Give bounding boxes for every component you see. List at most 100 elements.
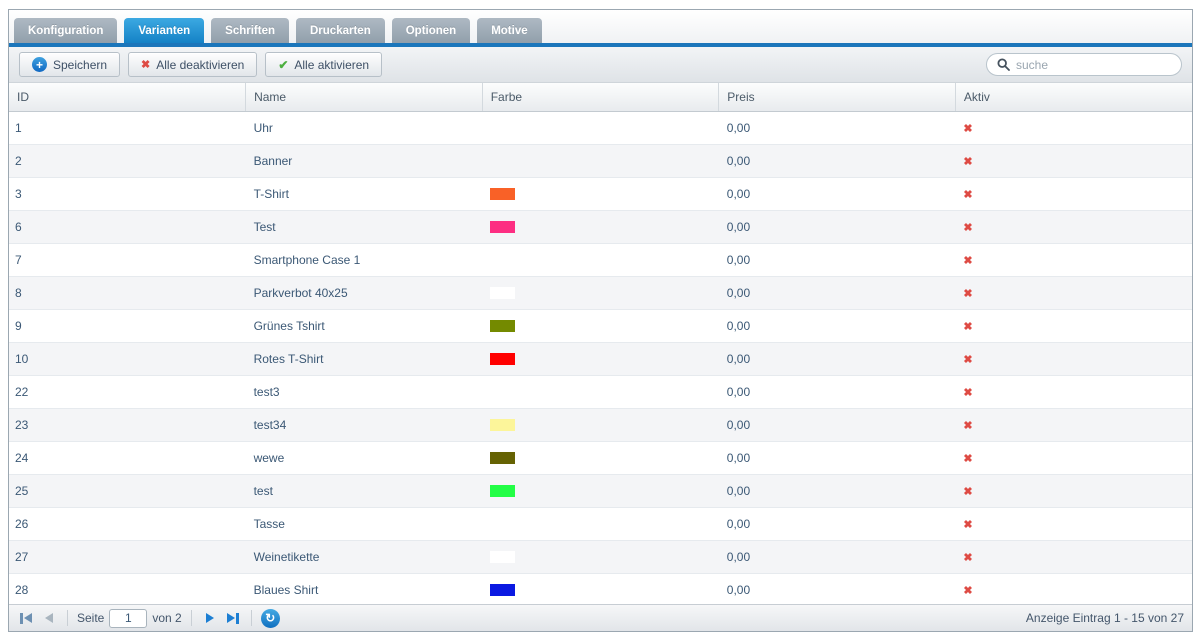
variants-table: IDNameFarbePreisAktiv 1Uhr0,00✖2Banner0,… xyxy=(9,83,1192,607)
column-header-name[interactable]: Name xyxy=(246,83,483,111)
grid-body: 1Uhr0,00✖2Banner0,00✖3T-Shirt0,00✖6Test0… xyxy=(9,111,1192,606)
table-row[interactable]: 22test30,00✖ xyxy=(9,375,1192,408)
table-row[interactable]: 10Rotes T-Shirt0,00✖ xyxy=(9,342,1192,375)
last-page-button[interactable] xyxy=(224,609,242,627)
table-header-row: IDNameFarbePreisAktiv xyxy=(9,83,1192,111)
cell-name: Tasse xyxy=(246,507,483,540)
cell-preis: 0,00 xyxy=(719,177,956,210)
cell-aktiv: ✖ xyxy=(955,573,1192,606)
tab-konfiguration[interactable]: Konfiguration xyxy=(14,18,117,43)
table-row[interactable]: 6Test0,00✖ xyxy=(9,210,1192,243)
color-swatch xyxy=(490,551,515,563)
column-header-preis[interactable]: Preis xyxy=(719,83,956,111)
table-row[interactable]: 3T-Shirt0,00✖ xyxy=(9,177,1192,210)
page-number-input[interactable] xyxy=(109,609,147,628)
inactive-icon[interactable]: ✖ xyxy=(963,354,972,366)
tab-optionen[interactable]: Optionen xyxy=(392,18,470,43)
cell-name: Uhr xyxy=(246,111,483,144)
table-row[interactable]: 8Parkverbot 40x250,00✖ xyxy=(9,276,1192,309)
cell-farbe xyxy=(482,309,719,342)
cell-aktiv: ✖ xyxy=(955,474,1192,507)
tab-motive[interactable]: Motive xyxy=(477,18,541,43)
inactive-icon[interactable]: ✖ xyxy=(963,420,972,432)
table-row[interactable]: 28Blaues Shirt0,00✖ xyxy=(9,573,1192,606)
cell-farbe xyxy=(482,111,719,144)
cell-farbe xyxy=(482,210,719,243)
first-page-button[interactable] xyxy=(17,609,35,627)
cell-farbe xyxy=(482,507,719,540)
inactive-icon[interactable]: ✖ xyxy=(963,189,972,201)
search-input[interactable] xyxy=(1016,58,1171,72)
cell-aktiv: ✖ xyxy=(955,243,1192,276)
cell-aktiv: ✖ xyxy=(955,540,1192,573)
table-row[interactable]: 7Smartphone Case 10,00✖ xyxy=(9,243,1192,276)
column-header-aktiv[interactable]: Aktiv xyxy=(955,83,1192,111)
cell-preis: 0,00 xyxy=(719,309,956,342)
first-page-icon xyxy=(20,613,23,624)
cell-preis: 0,00 xyxy=(719,144,956,177)
search-box[interactable] xyxy=(986,53,1182,76)
color-swatch xyxy=(490,287,515,299)
inactive-icon[interactable]: ✖ xyxy=(963,222,972,234)
variants-panel: Konfiguration Varianten Schriften Druckarte… xyxy=(8,9,1193,632)
inactive-icon[interactable]: ✖ xyxy=(963,123,972,135)
cell-preis: 0,00 xyxy=(719,342,956,375)
inactive-icon[interactable]: ✖ xyxy=(963,519,972,531)
cell-aktiv: ✖ xyxy=(955,210,1192,243)
cell-name: wewe xyxy=(246,441,483,474)
tab-varianten[interactable]: Varianten xyxy=(124,18,204,43)
refresh-button[interactable]: ↻ xyxy=(261,609,280,628)
page-label: Seite xyxy=(77,611,104,625)
table-row[interactable]: 23test340,00✖ xyxy=(9,408,1192,441)
cell-preis: 0,00 xyxy=(719,540,956,573)
inactive-icon[interactable]: ✖ xyxy=(963,288,972,300)
cell-id: 24 xyxy=(9,441,246,474)
cell-name: test3 xyxy=(246,375,483,408)
cell-id: 26 xyxy=(9,507,246,540)
cell-id: 3 xyxy=(9,177,246,210)
table-row[interactable]: 27Weinetikette0,00✖ xyxy=(9,540,1192,573)
cell-preis: 0,00 xyxy=(719,375,956,408)
separator xyxy=(67,610,68,626)
plus-icon: + xyxy=(32,57,47,72)
column-header-id[interactable]: ID xyxy=(9,83,246,111)
table-row[interactable]: 26Tasse0,00✖ xyxy=(9,507,1192,540)
inactive-icon[interactable]: ✖ xyxy=(963,387,972,399)
inactive-icon[interactable]: ✖ xyxy=(963,585,972,597)
cell-aktiv: ✖ xyxy=(955,309,1192,342)
tab-schriften[interactable]: Schriften xyxy=(211,18,289,43)
save-button[interactable]: + Speichern xyxy=(19,52,120,77)
inactive-icon[interactable]: ✖ xyxy=(963,156,972,168)
cell-farbe xyxy=(482,441,719,474)
toolbar: + Speichern ✖ Alle deaktivieren ✔ Alle a… xyxy=(9,47,1192,83)
inactive-icon[interactable]: ✖ xyxy=(963,453,972,465)
next-page-button[interactable] xyxy=(201,609,219,627)
cell-aktiv: ✖ xyxy=(955,507,1192,540)
inactive-icon[interactable]: ✖ xyxy=(963,552,972,564)
cell-aktiv: ✖ xyxy=(955,441,1192,474)
cell-aktiv: ✖ xyxy=(955,111,1192,144)
cell-id: 2 xyxy=(9,144,246,177)
inactive-icon[interactable]: ✖ xyxy=(963,255,972,267)
inactive-icon[interactable]: ✖ xyxy=(963,321,972,333)
cell-id: 9 xyxy=(9,309,246,342)
cell-name: Blaues Shirt xyxy=(246,573,483,606)
cell-farbe xyxy=(482,573,719,606)
table-row[interactable]: 9Grünes Tshirt0,00✖ xyxy=(9,309,1192,342)
tab-bar: Konfiguration Varianten Schriften Druckarte… xyxy=(9,10,1192,43)
cell-name: Smartphone Case 1 xyxy=(246,243,483,276)
column-header-farbe[interactable]: Farbe xyxy=(482,83,719,111)
table-row[interactable]: 25test0,00✖ xyxy=(9,474,1192,507)
paging-toolbar: Seite von 2 ↻ Anzeige Eintrag 1 - 15 von… xyxy=(9,604,1192,631)
previous-page-button[interactable] xyxy=(40,609,58,627)
activate-all-button[interactable]: ✔ Alle aktivieren xyxy=(265,52,382,77)
cell-aktiv: ✖ xyxy=(955,375,1192,408)
color-swatch xyxy=(490,419,515,431)
tab-druckarten[interactable]: Druckarten xyxy=(296,18,385,43)
table-row[interactable]: 2Banner0,00✖ xyxy=(9,144,1192,177)
table-row[interactable]: 1Uhr0,00✖ xyxy=(9,111,1192,144)
cell-id: 8 xyxy=(9,276,246,309)
inactive-icon[interactable]: ✖ xyxy=(963,486,972,498)
deactivate-all-button[interactable]: ✖ Alle deaktivieren xyxy=(128,52,257,77)
table-row[interactable]: 24wewe0,00✖ xyxy=(9,441,1192,474)
